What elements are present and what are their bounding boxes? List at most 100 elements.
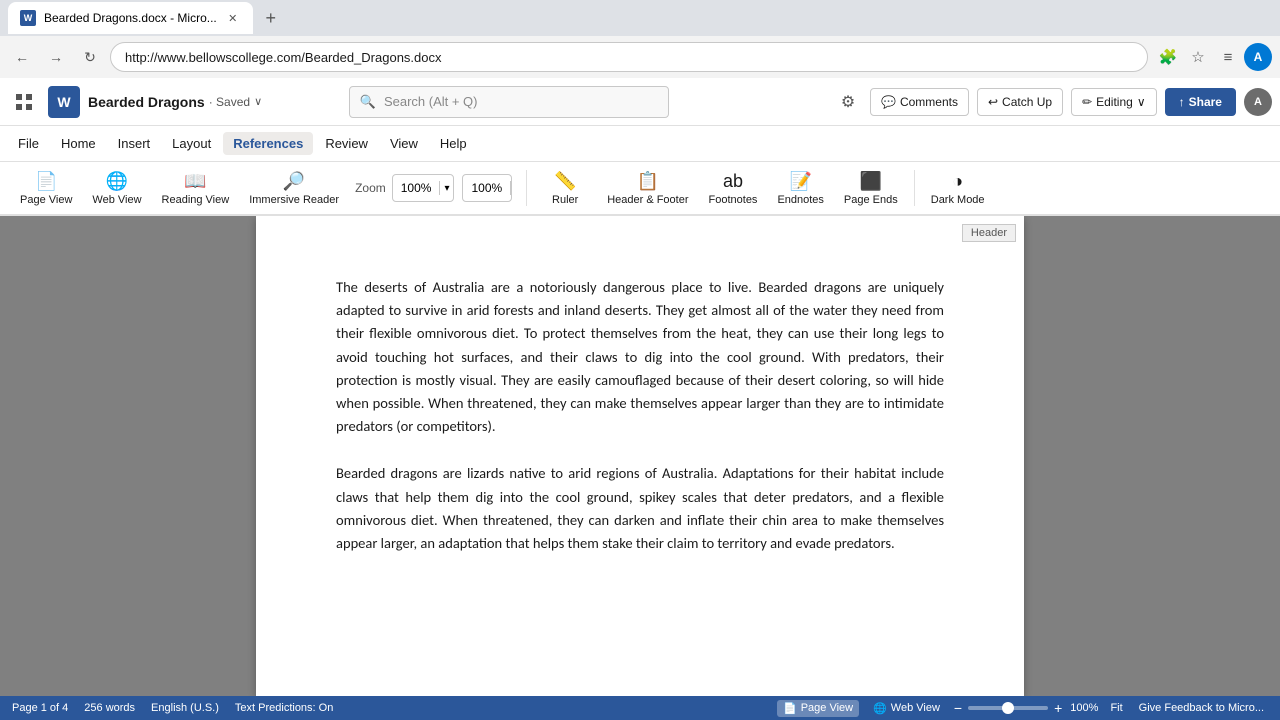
favorites-button[interactable]: ☆ [1184,43,1212,71]
zoom-minus-button[interactable]: − [954,700,962,716]
menu-references[interactable]: References [223,132,313,155]
reading-view-button[interactable]: 📖 Reading View [154,165,238,211]
tab-title: Bearded Dragons.docx - Micro... [44,11,217,25]
word-logo[interactable]: W [48,86,80,118]
editing-pencil-icon: ✏ [1082,95,1092,109]
menu-view[interactable]: View [380,132,428,155]
doc-area: Header The deserts of Australia are a no… [0,216,1280,696]
menu-home[interactable]: Home [51,132,106,155]
web-view-button[interactable]: 🌐 Web View [84,165,149,211]
status-right: 📄 Page View 🌐 Web View − + 100% Fit Give… [777,700,1268,717]
language: English (U.S.) [151,702,219,714]
paragraph-1[interactable]: The deserts of Australia are a notorious… [336,276,944,438]
status-web-view-button[interactable]: 🌐 Web View [867,700,946,717]
browser-icons: 🧩 ☆ ≡ A [1154,43,1272,71]
endnotes-icon: 📝 [789,171,811,192]
settings-button[interactable]: ⚙ [834,88,862,116]
app-search[interactable]: 🔍 Search (Alt + Q) [349,86,669,118]
back-button[interactable]: ← [8,43,36,71]
catchup-icon: ↩ [988,95,998,109]
footnotes-button[interactable]: ab Footnotes [701,165,766,211]
app-user-avatar[interactable]: A [1244,88,1272,116]
zoom-slider[interactable] [968,706,1048,710]
status-page-view-icon: 📄 [783,702,797,715]
comments-label: Comments [900,95,958,109]
ruler-label: Ruler [552,194,578,206]
profile-avatar[interactable]: A [1244,43,1272,71]
web-view-icon: 🌐 [106,171,128,192]
page-info: Page 1 of 4 [12,702,68,714]
page-ends-label: Page Ends [844,194,898,206]
web-view-label: Web View [92,194,141,206]
menu-help[interactable]: Help [430,132,477,155]
paragraph-2[interactable]: Bearded dragons are lizards native to ar… [336,462,944,555]
comments-button[interactable]: 💬 Comments [870,88,969,116]
menu-insert[interactable]: Insert [108,132,161,155]
zoom-percent-group[interactable]: 100% [462,174,512,202]
menu-layout[interactable]: Layout [162,132,221,155]
reading-view-label: Reading View [162,194,230,206]
page-view-button[interactable]: 📄 Page View [12,165,80,211]
feedback-button[interactable]: Give Feedback to Micro... [1135,701,1268,715]
reading-view-icon: 📖 [184,171,206,192]
page-view-icon: 📄 [35,171,57,192]
menu-bar: File Home Insert Layout References Revie… [0,126,1280,162]
extensions-button[interactable]: 🧩 [1154,43,1182,71]
app-bar: W Bearded Dragons · Saved ∨ 🔍 Search (Al… [0,78,1280,126]
page-ends-icon: ⬛ [860,171,882,192]
zoom-plus-button[interactable]: + [1054,700,1062,716]
ribbon-separator-1 [526,170,527,206]
catchup-button[interactable]: ↩ Catch Up [977,88,1063,116]
new-tab-button[interactable]: + [257,4,285,32]
refresh-button[interactable]: ↻ [76,43,104,71]
saved-badge: · Saved [209,95,250,109]
editing-dropdown-icon: ∨ [1137,95,1146,109]
browser-tab[interactable]: W Bearded Dragons.docx - Micro... ✕ [8,2,253,34]
search-placeholder: Search (Alt + Q) [384,94,478,109]
page-ends-button[interactable]: ⬛ Page Ends [836,165,906,211]
doc-title-area: Bearded Dragons · Saved ∨ [88,94,262,110]
editing-button[interactable]: ✏ Editing ∨ [1071,88,1157,116]
status-page-view-label: Page View [801,702,853,714]
editing-label: Editing [1096,95,1133,109]
zoom-percent: 100% [463,181,511,195]
page-canvas: Header The deserts of Australia are a no… [256,216,1024,696]
title-dropdown[interactable]: ∨ [254,95,262,108]
endnotes-button[interactable]: 📝 Endnotes [769,165,831,211]
catchup-label: Catch Up [1002,95,1052,109]
header-label[interactable]: Header [962,224,1016,242]
app-grid-button[interactable] [8,86,40,118]
status-bar: Page 1 of 4 256 words English (U.S.) Tex… [0,696,1280,720]
collections-button[interactable]: ≡ [1214,43,1242,71]
menu-file[interactable]: File [8,132,49,155]
immersive-reader-icon: 🔎 [283,171,305,192]
doc-title: Bearded Dragons [88,94,205,110]
footnotes-label: Footnotes [709,194,758,206]
ribbon-separator-2 [914,170,915,206]
menu-review[interactable]: Review [315,132,378,155]
zoom-percent-status: 100% [1070,702,1098,714]
browser-titlebar: W Bearded Dragons.docx - Micro... ✕ + [0,0,1280,36]
header-footer-button[interactable]: 📋 Header & Footer [599,165,696,211]
ruler-button[interactable]: 📏 Ruler [535,165,595,211]
search-icon: 🔍 [360,94,376,110]
dark-mode-label: Dark Mode [931,194,985,206]
tab-close-button[interactable]: ✕ [225,10,241,26]
status-page-view-button[interactable]: 📄 Page View [777,700,859,717]
app-bar-right: ⚙ 💬 Comments ↩ Catch Up ✏ Editing ∨ ↑ Sh… [834,88,1272,116]
status-left: Page 1 of 4 256 words English (U.S.) Tex… [12,702,333,714]
zoom-thumb [1002,702,1014,714]
dark-mode-button[interactable]: ◑ Dark Mode [923,165,993,211]
zoom-group[interactable]: 100% ▾ [392,174,455,202]
dark-mode-icon: ◑ [952,171,963,192]
immersive-reader-label: Immersive Reader [249,194,339,206]
address-input[interactable] [110,42,1148,72]
immersive-reader-button[interactable]: 🔎 Immersive Reader [241,165,347,211]
share-button[interactable]: ↑ Share [1165,88,1236,116]
fit-button[interactable]: Fit [1106,701,1126,715]
footnotes-icon: ab [723,171,743,192]
zoom-dropdown[interactable]: ▾ [440,183,453,194]
comments-icon: 💬 [881,95,896,109]
header-footer-icon: 📋 [637,171,659,192]
forward-button[interactable]: → [42,43,70,71]
